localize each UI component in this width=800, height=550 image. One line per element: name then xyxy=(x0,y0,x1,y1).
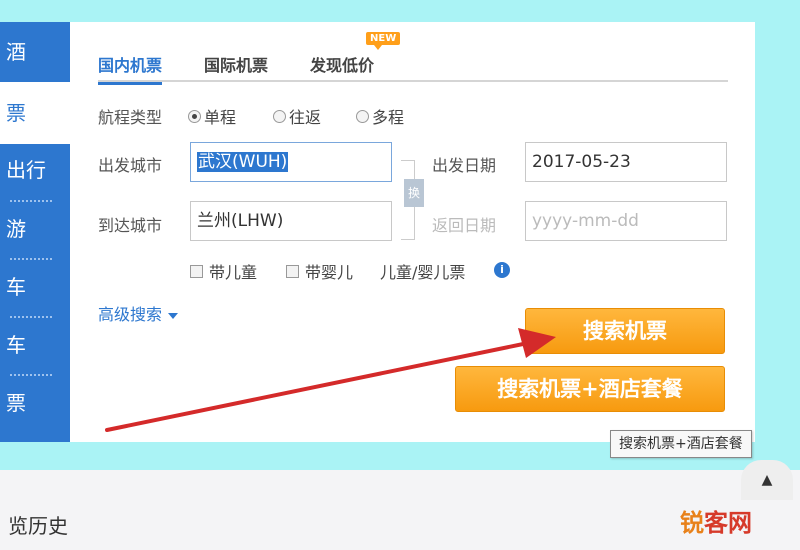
arrival-city-label: 到达城市 xyxy=(98,216,163,235)
search-flight-hotel-button[interactable]: 搜索机票+酒店套餐 xyxy=(455,366,725,412)
departure-city-value: 武汉(WUH) xyxy=(197,152,289,172)
sidebar-item-travel[interactable]: 出行 xyxy=(6,158,62,182)
radio-label: 多程 xyxy=(372,108,405,127)
departure-date-label: 出发日期 xyxy=(432,156,497,175)
checkbox-with-infant[interactable]: 带婴儿 xyxy=(286,259,353,283)
departure-date-input[interactable]: 2017-05-23 xyxy=(525,142,727,182)
new-badge: NEW xyxy=(366,32,401,50)
sidebar-item-hotel[interactable]: 酒 xyxy=(6,40,62,64)
watermark-part: 客网 xyxy=(704,509,752,537)
checkbox-with-child[interactable]: 带儿童 xyxy=(190,259,257,283)
departure-city-input[interactable]: 武汉(WUH) xyxy=(190,142,392,182)
tooltip: 搜索机票+酒店套餐 xyxy=(610,430,752,458)
checkbox-box xyxy=(286,264,299,278)
tab-domestic-flights[interactable]: 国内机票 xyxy=(98,52,163,85)
return-date-input[interactable]: yyyy-mm-dd xyxy=(525,201,727,241)
checkbox-label: 带儿童 xyxy=(209,263,258,282)
sidebar-divider xyxy=(10,258,52,260)
sidebar-item-ticket[interactable]: 票 xyxy=(0,82,70,144)
radio-dot xyxy=(273,109,286,123)
sidebar-item-car[interactable]: 车 xyxy=(6,275,62,299)
tab-international-flights[interactable]: 国际机票 xyxy=(204,52,268,82)
sidebar-item-car-2[interactable]: 车 xyxy=(6,333,62,357)
sidebar-item-ticket-2[interactable]: 票 xyxy=(6,391,62,415)
sidebar-divider xyxy=(10,316,52,318)
info-icon[interactable]: i xyxy=(494,262,510,278)
radio-dot xyxy=(356,109,369,123)
chevron-down-icon xyxy=(168,312,179,319)
arrival-city-input[interactable]: 兰州(LHW) xyxy=(190,201,392,241)
sidebar-divider xyxy=(10,374,52,376)
child-infant-ticket-note: 儿童/婴儿票 xyxy=(380,263,466,282)
advanced-search-label: 高级搜索 xyxy=(98,305,163,324)
radio-label: 往返 xyxy=(289,108,322,127)
sidebar-divider xyxy=(10,200,52,202)
sidebar-item-tour[interactable]: 游 xyxy=(6,217,62,241)
swap-icon[interactable]: 换 xyxy=(404,179,424,207)
watermark-logo: 锐客网 xyxy=(680,503,752,538)
advanced-search-link[interactable]: 高级搜索 xyxy=(98,301,179,325)
checkbox-label: 带婴儿 xyxy=(305,263,354,282)
browse-history-heading: 览历史 xyxy=(8,514,68,538)
radio-label: 单程 xyxy=(204,108,237,127)
tab-discover-low-prices[interactable]: 发现低价 xyxy=(310,52,374,82)
return-date-label: 返回日期 xyxy=(432,216,497,235)
radio-round-trip[interactable]: 往返 xyxy=(273,104,321,128)
checkbox-box xyxy=(190,264,203,278)
radio-one-way[interactable]: 单程 xyxy=(188,104,236,128)
watermark-part: 锐 xyxy=(680,509,704,537)
trip-type-label: 航程类型 xyxy=(98,108,163,127)
departure-city-label: 出发城市 xyxy=(98,156,163,175)
search-flights-button[interactable]: 搜索机票 xyxy=(525,308,725,354)
scroll-top-icon[interactable]: ▲ xyxy=(741,460,793,500)
flight-search-panel: 国内机票 国际机票 发现低价 NEW 航程类型 单程 往返 多程 出发城市 武汉… xyxy=(70,22,755,442)
radio-multi-city[interactable]: 多程 xyxy=(356,104,404,128)
radio-dot-checked xyxy=(188,109,201,123)
left-sidebar: 酒 票 出行 游 车 车 票 xyxy=(0,22,70,442)
search-tabs: 国内机票 国际机票 发现低价 xyxy=(98,52,728,85)
